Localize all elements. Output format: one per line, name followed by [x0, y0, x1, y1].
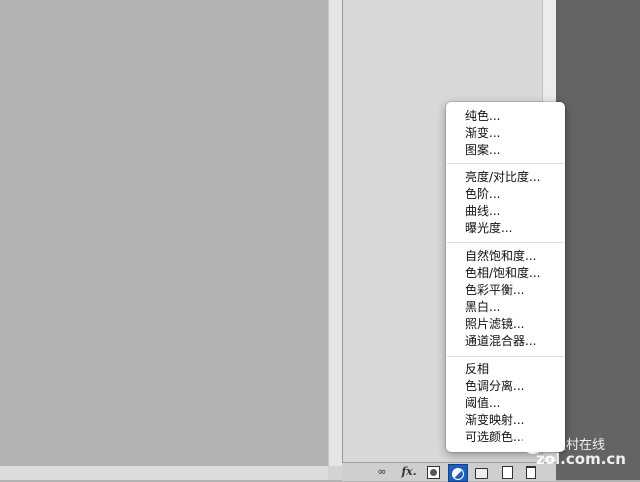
watermark-en: zol.com.cn	[536, 450, 626, 468]
canvas-vertical-scrollbar[interactable]	[328, 0, 343, 466]
menu-separator	[447, 356, 564, 357]
menu-item-photo-filter[interactable]: 照片滤镜...	[465, 316, 524, 333]
menu-item-hue-saturation[interactable]: 色相/饱和度...	[465, 265, 541, 282]
menu-item-color-balance[interactable]: 色彩平衡...	[465, 282, 524, 299]
menu-item-invert[interactable]: 反相	[465, 361, 489, 378]
menu-item-threshold[interactable]: 阈值...	[465, 395, 500, 412]
layer-style-icon[interactable]: fx.	[400, 465, 418, 479]
menu-item-brightness-contrast[interactable]: 亮度/对比度...	[465, 169, 541, 186]
menu-item-exposure[interactable]: 曝光度...	[465, 220, 512, 237]
menu-separator	[447, 163, 564, 164]
adjustment-layer-icon[interactable]	[448, 464, 468, 482]
menu-item-channel-mixer[interactable]: 通道混合器...	[465, 333, 536, 350]
menu-item-curves[interactable]: 曲线...	[465, 203, 500, 220]
layer-mask-icon[interactable]	[426, 465, 440, 479]
link-layers-icon[interactable]: ∞	[374, 465, 390, 479]
adjustment-layer-menu: 纯色... 渐变... 图案... 亮度/对比度... 色阶... 曲线... …	[446, 102, 565, 452]
workspace-background	[556, 0, 640, 480]
menu-item-selective-color[interactable]: 可选颜色...	[465, 429, 524, 446]
menu-item-pattern[interactable]: 图案...	[465, 142, 500, 159]
menu-item-solid-color[interactable]: 纯色...	[465, 108, 500, 125]
menu-item-posterize[interactable]: 色调分离...	[465, 378, 524, 395]
menu-item-levels[interactable]: 色阶...	[465, 186, 500, 203]
menu-separator	[447, 242, 564, 243]
scrollbar-corner	[328, 466, 342, 480]
document-canvas[interactable]	[0, 0, 328, 466]
menu-item-black-white[interactable]: 黑白...	[465, 299, 500, 316]
menu-item-gradient-map[interactable]: 渐变映射...	[465, 412, 524, 429]
menu-item-gradient[interactable]: 渐变...	[465, 125, 500, 142]
watermark: 中关村在线 zol.com.cn	[522, 430, 640, 470]
menu-item-vibrance[interactable]: 自然饱和度...	[465, 248, 536, 265]
group-folder-icon[interactable]	[474, 465, 488, 479]
new-layer-icon[interactable]	[500, 465, 514, 479]
canvas-horizontal-scrollbar[interactable]	[0, 466, 328, 480]
